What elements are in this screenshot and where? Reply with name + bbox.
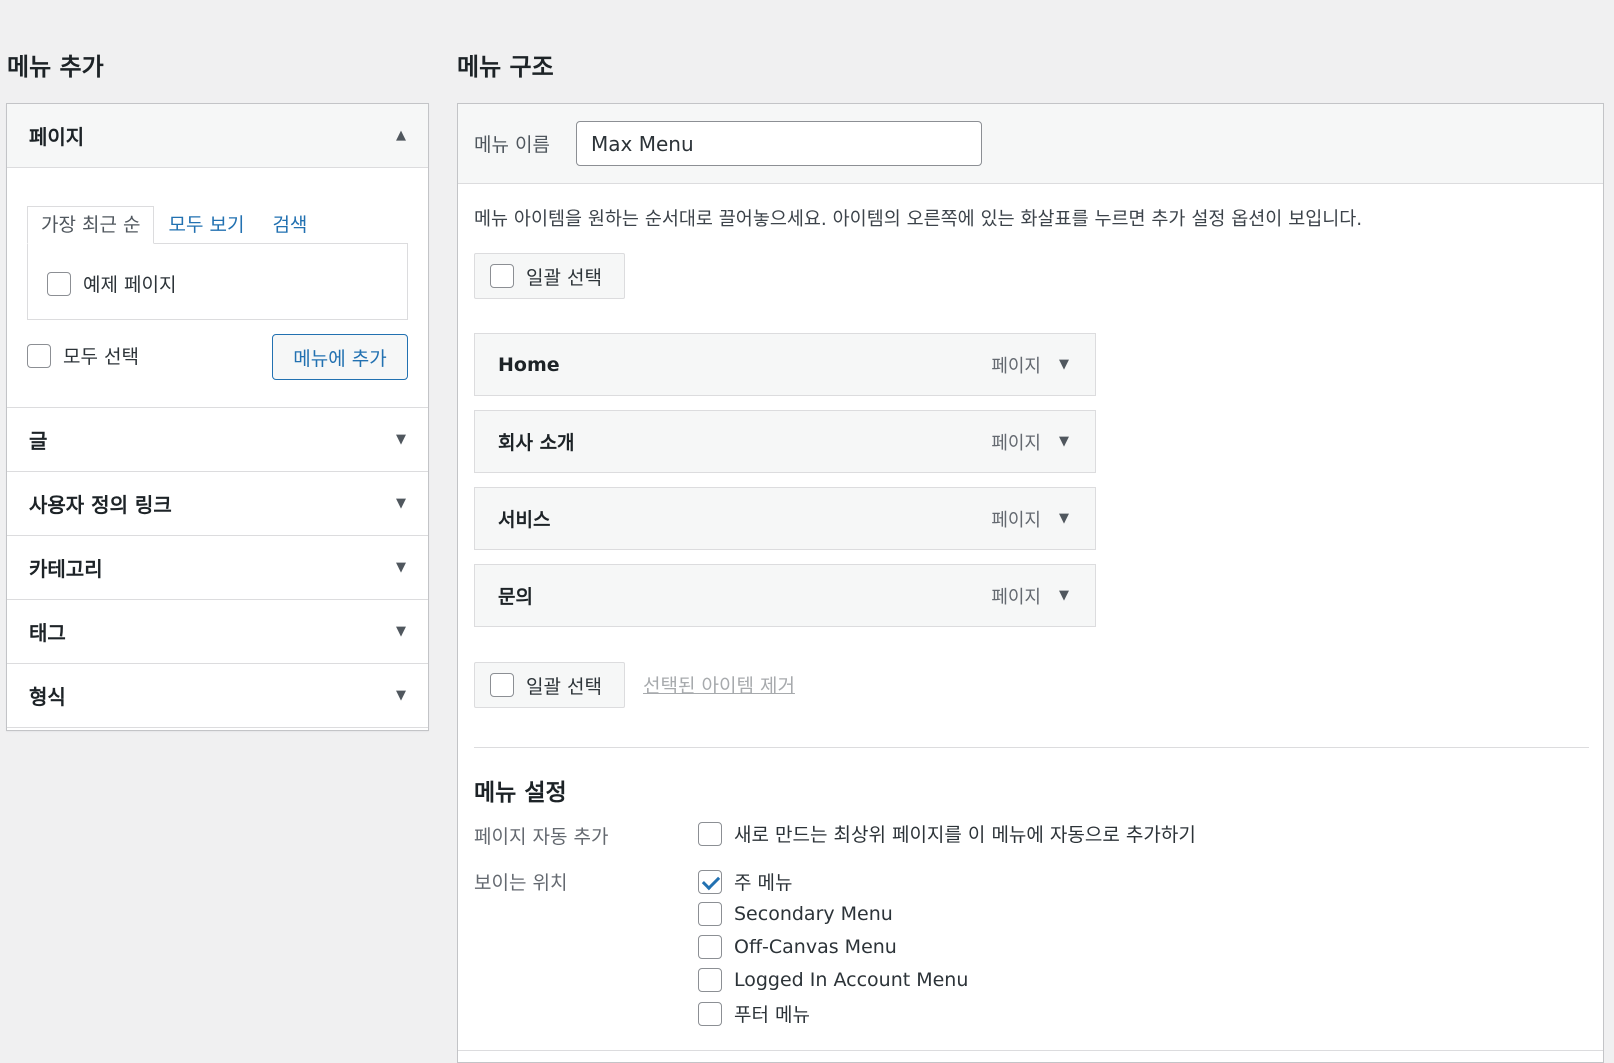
tab-panel-most-recent: 예제 페이지 (27, 243, 408, 320)
page-option-row[interactable]: 예제 페이지 (47, 270, 176, 297)
accordion-section-label: 태그 (29, 621, 66, 645)
divider (458, 1050, 1603, 1051)
select-all-label: 모두 선택 (63, 346, 139, 368)
triangle-down-icon: ▼ (396, 624, 406, 639)
location-secondary[interactable]: Secondary Menu (698, 902, 893, 926)
accordion-section-label: 카테고리 (29, 557, 103, 581)
tab-most-recent[interactable]: 가장 최근 순 (27, 206, 155, 244)
accordion-posts-header[interactable]: 글 ▼ (7, 408, 428, 472)
divider (474, 747, 1589, 748)
menu-item-title: 서비스 (498, 509, 551, 531)
location-primary[interactable]: 주 메뉴 (698, 868, 792, 895)
pages-tabs: 가장 최근 순 모두 보기 검색 (27, 206, 321, 244)
accordion-categories-header[interactable]: 카테고리 ▼ (7, 536, 428, 600)
accordion-pages-label: 페이지 (29, 125, 85, 149)
tab-search[interactable]: 검색 (258, 206, 321, 244)
menu-name-input[interactable] (576, 121, 982, 166)
location-logged-in[interactable]: Logged In Account Menu (698, 968, 968, 992)
menu-item-title: Home (498, 353, 560, 376)
menu-item-services[interactable]: 서비스 페이지 ▼ (474, 487, 1096, 550)
triangle-down-icon[interactable]: ▼ (1059, 434, 1095, 449)
location-checkbox[interactable] (698, 902, 722, 926)
location-off-canvas[interactable]: Off-Canvas Menu (698, 935, 897, 959)
page-option-label: 예제 페이지 (83, 274, 177, 296)
select-all-checkbox[interactable] (27, 343, 51, 368)
display-location-label: 보이는 위치 (474, 872, 568, 894)
location-label: 푸터 메뉴 (734, 1004, 810, 1026)
location-footer[interactable]: 푸터 메뉴 (698, 1000, 810, 1027)
menu-item-title: 회사 소개 (498, 432, 575, 454)
menu-structure-panel: 메뉴 이름 메뉴 아이템을 원하는 순서대로 끌어놓으세요. 아이템의 오른쪽에… (457, 103, 1604, 1063)
accordion-formats-header[interactable]: 형식 ▼ (7, 664, 428, 728)
triangle-down-icon[interactable]: ▼ (1059, 357, 1095, 372)
menu-item-type: 페이지 (991, 586, 1041, 608)
triangle-down-icon: ▼ (396, 560, 406, 575)
add-menu-items-panel: 페이지 ▲ 가장 최근 순 모두 보기 검색 예제 페이지 모두 선택 메뉴에 … (6, 103, 429, 731)
menu-item-contact[interactable]: 문의 페이지 ▼ (474, 564, 1096, 627)
location-checkbox[interactable] (698, 869, 722, 894)
location-label: Secondary Menu (734, 903, 893, 925)
bulk-select-label: 일괄 선택 (526, 266, 602, 289)
auto-add-option-label: 새로 만드는 최상위 페이지를 이 메뉴에 자동으로 추가하기 (734, 824, 1196, 846)
accordion-section-label: 사용자 정의 링크 (29, 493, 172, 517)
accordion-section-label: 형식 (29, 685, 66, 709)
triangle-down-icon: ▼ (396, 688, 406, 703)
triangle-down-icon[interactable]: ▼ (1059, 588, 1095, 603)
triangle-down-icon[interactable]: ▼ (1059, 511, 1095, 526)
add-menu-title: 메뉴 추가 (7, 53, 104, 81)
menu-item-about[interactable]: 회사 소개 페이지 ▼ (474, 410, 1096, 473)
triangle-down-icon: ▼ (396, 496, 406, 511)
location-checkbox[interactable] (698, 1001, 722, 1026)
menu-structure-title: 메뉴 구조 (457, 53, 554, 81)
menu-item-type: 페이지 (991, 509, 1041, 531)
select-all-row[interactable]: 모두 선택 (27, 342, 139, 369)
bulk-select-checkbox[interactable] (490, 673, 514, 697)
accordion-custom-links-header[interactable]: 사용자 정의 링크 ▼ (7, 472, 428, 536)
menu-name-bar: 메뉴 이름 (458, 104, 1603, 184)
auto-add-label: 페이지 자동 추가 (474, 826, 609, 848)
auto-add-option[interactable]: 새로 만드는 최상위 페이지를 이 메뉴에 자동으로 추가하기 (698, 820, 1196, 847)
triangle-up-icon: ▲ (396, 128, 406, 143)
drag-instructions: 메뉴 아이템을 원하는 순서대로 끌어놓으세요. 아이템의 오른쪽에 있는 화살… (474, 209, 1363, 230)
tab-view-all[interactable]: 모두 보기 (154, 206, 258, 244)
bulk-select-bottom[interactable]: 일괄 선택 (474, 662, 625, 708)
menu-item-home[interactable]: Home 페이지 ▼ (474, 333, 1096, 396)
menu-item-type: 페이지 (991, 355, 1041, 377)
menu-name-label: 메뉴 이름 (474, 134, 550, 156)
menu-settings-title: 메뉴 설정 (474, 780, 567, 806)
bulk-select-top[interactable]: 일괄 선택 (474, 253, 625, 299)
location-label: Off-Canvas Menu (734, 936, 897, 958)
location-checkbox[interactable] (698, 968, 722, 992)
menu-item-title: 문의 (498, 586, 533, 608)
accordion-pages-header[interactable]: 페이지 ▲ (7, 104, 428, 168)
menu-item-type: 페이지 (991, 432, 1041, 454)
location-label: 주 메뉴 (734, 872, 793, 894)
location-label: Logged In Account Menu (734, 969, 969, 991)
bulk-select-label: 일괄 선택 (526, 675, 602, 698)
page-option-checkbox[interactable] (47, 271, 71, 296)
remove-selected-link[interactable]: 선택된 아이템 제거 (643, 671, 795, 698)
add-to-menu-button[interactable]: 메뉴에 추가 (272, 334, 408, 380)
accordion-pages-body: 가장 최근 순 모두 보기 검색 예제 페이지 모두 선택 메뉴에 추가 (7, 168, 428, 408)
auto-add-checkbox[interactable] (698, 821, 722, 846)
accordion-tags-header[interactable]: 태그 ▼ (7, 600, 428, 664)
location-checkbox[interactable] (698, 935, 722, 959)
bulk-select-checkbox[interactable] (490, 264, 514, 288)
accordion-section-label: 글 (29, 429, 48, 453)
triangle-down-icon: ▼ (396, 432, 406, 447)
